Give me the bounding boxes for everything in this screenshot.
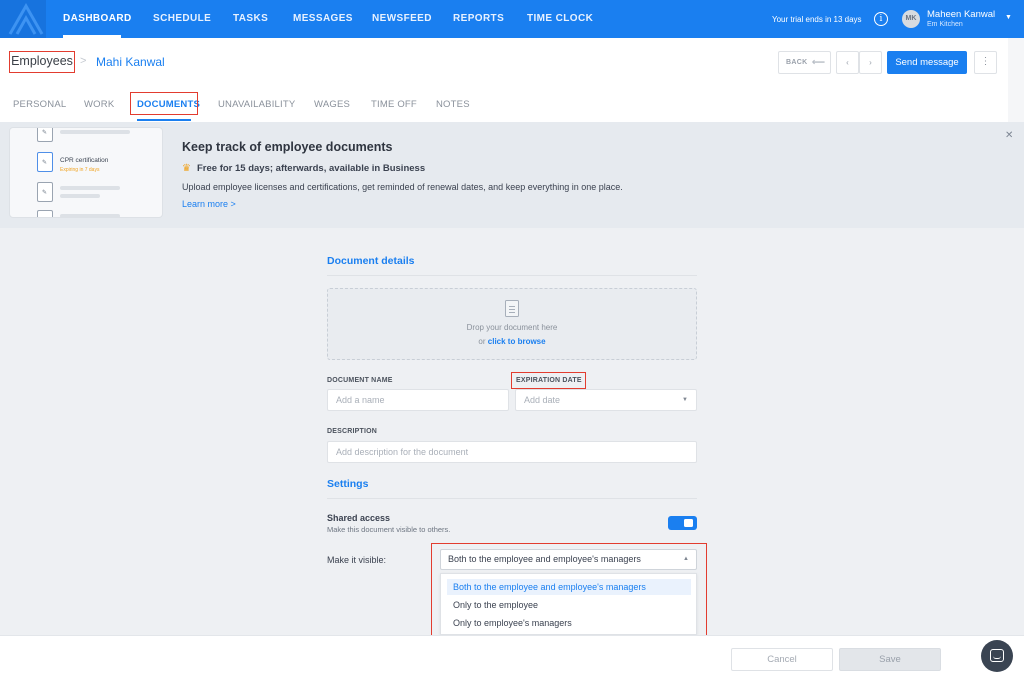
- back-button-label: BACK: [786, 59, 808, 66]
- visibility-option[interactable]: Both to the employee and employee's mana…: [447, 579, 691, 595]
- visibility-option[interactable]: Only to employee's managers: [447, 615, 691, 631]
- close-icon[interactable]: ✕: [1005, 130, 1013, 141]
- divider: [327, 498, 697, 499]
- info-icon[interactable]: i: [874, 12, 888, 26]
- shared-access-description: Make this document visible to others.: [327, 525, 451, 534]
- file-icon: [505, 300, 519, 317]
- user-location[interactable]: Em Kitchen: [927, 21, 963, 28]
- back-button[interactable]: BACK ⟵: [778, 51, 831, 74]
- visibility-option[interactable]: Only to the employee: [447, 597, 691, 613]
- nav-messages[interactable]: MESSAGES: [293, 13, 353, 24]
- description-input[interactable]: Add description for the document: [327, 441, 697, 463]
- document-icon: ✎: [37, 152, 53, 172]
- chevron-up-icon: ▲: [683, 556, 689, 562]
- document-icon: ✎: [37, 128, 53, 142]
- more-options-button[interactable]: ⋮: [974, 51, 997, 74]
- crown-icon: ♛: [182, 163, 191, 174]
- breadcrumb-current[interactable]: Mahi Kanwal: [96, 55, 165, 69]
- nav-reports[interactable]: REPORTS: [453, 13, 504, 24]
- tab-notes[interactable]: NOTES: [436, 99, 470, 110]
- tab-work[interactable]: WORK: [84, 99, 114, 110]
- document-icon: ✎: [37, 210, 53, 217]
- nav-tasks[interactable]: TASKS: [233, 13, 268, 24]
- promo-title: Keep track of employee documents: [182, 140, 393, 154]
- promo-card-title: CPR certification: [60, 157, 109, 164]
- nav-time-clock[interactable]: TIME CLOCK: [527, 13, 593, 24]
- visibility-select[interactable]: Both to the employee and employee's mana…: [440, 549, 697, 570]
- trial-notice[interactable]: Your trial ends in 13 days: [772, 15, 862, 24]
- chat-icon[interactable]: [981, 640, 1013, 672]
- section-document-details: Document details: [327, 255, 415, 267]
- nav-dashboard[interactable]: DASHBOARD: [63, 13, 132, 24]
- tab-active-indicator: [137, 119, 191, 121]
- tab-personal[interactable]: PERSONAL: [13, 99, 66, 110]
- click-to-browse-link[interactable]: click to browse: [488, 337, 546, 346]
- send-message-button[interactable]: Send message: [887, 51, 967, 74]
- visibility-label: Make it visible:: [327, 555, 387, 565]
- description-label: DESCRIPTION: [327, 428, 378, 435]
- breadcrumb-separator: >: [80, 55, 87, 67]
- next-employee-button[interactable]: ›: [859, 51, 882, 74]
- avatar[interactable]: MK: [902, 10, 920, 28]
- promo-card-subtitle: Expiring in 7 days: [60, 167, 100, 173]
- chevron-right-icon: ›: [869, 58, 872, 67]
- scrollbar[interactable]: [1008, 38, 1024, 122]
- breadcrumb-employees[interactable]: Employees: [9, 51, 75, 73]
- learn-more-link[interactable]: Learn more >: [182, 199, 236, 209]
- promo-illustration: ✎ ✎ CPR certification Expiring in 7 days…: [9, 127, 163, 218]
- promo-description: Upload employee licenses and certificati…: [182, 182, 623, 192]
- divider: [327, 275, 697, 276]
- document-name-label: DOCUMENT NAME: [327, 377, 393, 384]
- visibility-dropdown-menu: Both to the employee and employee's mana…: [440, 573, 697, 635]
- section-settings: Settings: [327, 478, 369, 490]
- cancel-button[interactable]: Cancel: [731, 648, 833, 671]
- chevron-down-icon[interactable]: ▼: [1005, 14, 1012, 21]
- tab-wages[interactable]: WAGES: [314, 99, 350, 110]
- highlight-box-expiration: [511, 372, 586, 389]
- dropzone-text: Drop your document here: [466, 323, 558, 332]
- expiration-date-select[interactable]: Add date: [515, 389, 697, 411]
- nav-newsfeed[interactable]: NEWSFEED: [372, 13, 432, 24]
- nav-schedule[interactable]: SCHEDULE: [153, 13, 211, 24]
- tab-unavailability[interactable]: UNAVAILABILITY: [218, 99, 295, 110]
- document-icon: ✎: [37, 182, 53, 202]
- chevron-down-icon: ▼: [682, 397, 688, 403]
- app-logo-icon[interactable]: [0, 0, 46, 38]
- highlight-box-documents: [130, 92, 198, 115]
- shared-access-label: Shared access: [327, 513, 391, 523]
- document-name-input[interactable]: Add a name: [327, 389, 509, 411]
- dropzone-browse: or click to browse: [478, 337, 546, 346]
- previous-employee-button[interactable]: ‹: [836, 51, 859, 74]
- shared-access-toggle[interactable]: [668, 516, 697, 530]
- chevron-left-icon: ‹: [846, 58, 849, 67]
- tab-time-off[interactable]: TIME OFF: [371, 99, 417, 110]
- more-vertical-icon: ⋮: [980, 56, 991, 67]
- save-button[interactable]: Save: [839, 648, 941, 671]
- user-name[interactable]: Maheen Kanwal: [927, 9, 995, 20]
- arrow-left-icon: ⟵: [812, 57, 826, 67]
- promo-subtitle: Free for 15 days; afterwards, available …: [197, 163, 426, 174]
